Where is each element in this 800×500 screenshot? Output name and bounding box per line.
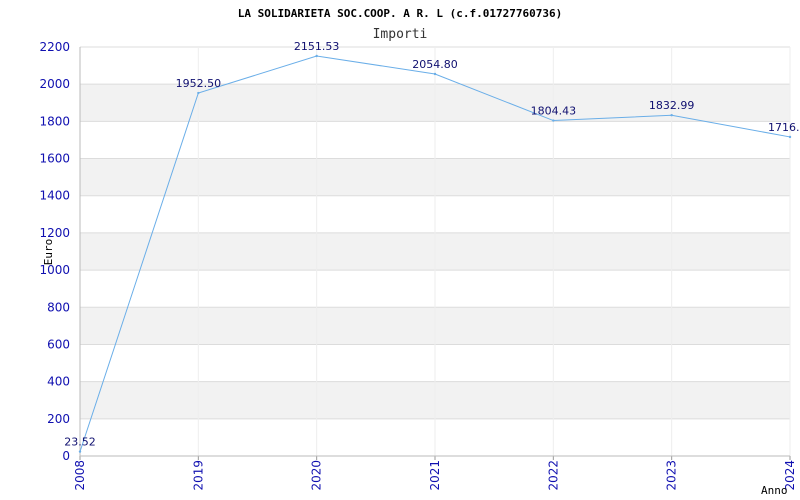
data-label: 2054.80 <box>412 58 458 71</box>
y-tick-label: 400 <box>47 375 70 389</box>
data-label: 1804.43 <box>531 105 577 118</box>
y-tick-label: 2000 <box>39 77 70 91</box>
chart-subtitle: Importi <box>373 27 428 42</box>
x-tick-label: 2008 <box>73 460 87 491</box>
y-tick-label: 200 <box>47 412 70 426</box>
x-tick-labels: 2008 2019 2020 2021 2022 2023 2024 <box>73 460 797 491</box>
y-tick-label: 2200 <box>39 40 70 54</box>
data-point <box>670 114 673 117</box>
x-tick-label: 2020 <box>310 460 324 491</box>
y-tick-label: 1600 <box>39 152 70 166</box>
data-point <box>315 54 318 58</box>
x-tick-label: 2021 <box>428 460 442 491</box>
data-label: 1716.2 <box>768 121 800 134</box>
data-point <box>78 450 82 453</box>
y-tick-label: 1800 <box>39 114 70 128</box>
data-label: 2151.53 <box>294 40 340 53</box>
data-label: 1952.50 <box>176 77 222 90</box>
y-axis-label: Euro <box>42 239 55 266</box>
x-tick-label: 2023 <box>665 460 679 491</box>
data-label: 23.52 <box>64 436 96 449</box>
x-tick-label: 2019 <box>191 460 205 491</box>
data-point <box>552 119 555 122</box>
line-chart: 0200400600800100012001400160018002000220… <box>39 7 800 497</box>
x-axis-label: Anno <box>761 484 788 497</box>
y-tick-label: 600 <box>47 337 70 351</box>
y-tick-label: 1400 <box>39 189 70 203</box>
data-point <box>788 135 792 139</box>
x-tick-label: 2022 <box>546 460 560 491</box>
data-point <box>197 91 200 95</box>
data-label: 1832.99 <box>649 99 695 112</box>
data-point <box>433 72 437 76</box>
y-tick-label: 800 <box>47 300 70 314</box>
y-tick-label: 0 <box>62 449 70 463</box>
y-tick-label: 1200 <box>39 226 70 240</box>
chart-title: LA SOLIDARIETA SOC.COOP. A R. L (c.f.017… <box>238 7 563 20</box>
